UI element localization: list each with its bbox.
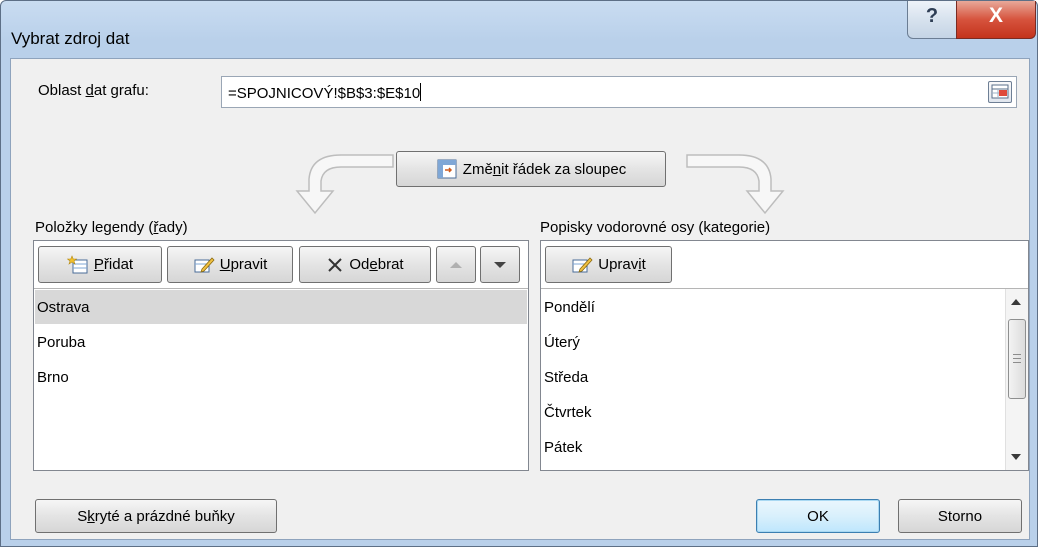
label-accesskey: e xyxy=(369,256,378,273)
vertical-scrollbar[interactable] xyxy=(1005,289,1028,470)
list-item[interactable]: Čtvrtek xyxy=(542,395,1004,429)
list-item-label: Pátek xyxy=(544,439,583,456)
label-accesskey: U xyxy=(219,256,231,273)
chart-range-label: Oblast dat grafu: xyxy=(38,82,149,99)
label-accesskey: P xyxy=(93,256,104,273)
label-text: Od xyxy=(349,256,370,273)
label-accesskey: g xyxy=(731,219,741,236)
list-item-label: Brno xyxy=(37,369,69,386)
move-up-icon xyxy=(450,261,462,268)
label-text: t xyxy=(641,256,646,273)
cancel-button[interactable]: Storno xyxy=(898,499,1022,533)
list-item-label: Pondělí xyxy=(544,299,595,316)
label-text: S xyxy=(77,507,88,525)
scroll-down-icon[interactable] xyxy=(1011,454,1021,460)
help-icon: ? xyxy=(925,5,939,27)
axis-labels-list: Pondělí Úterý Středa Čtvrtek Pátek xyxy=(541,288,1028,470)
legend-series-list: Ostrava Poruba Brno xyxy=(34,288,528,470)
list-item-label: Úterý xyxy=(544,334,580,351)
dialog-window: Vybrat zdroj dat ? X Oblast dat grafu: =… xyxy=(0,0,1038,547)
move-up-button[interactable] xyxy=(436,246,476,283)
grip-line xyxy=(1013,362,1021,363)
list-item[interactable]: Pondělí xyxy=(542,290,1004,324)
left-curved-arrow-icon xyxy=(295,154,394,215)
legend-series-panel: Přidat Upravit Odebrat Ostrava Poruba Br… xyxy=(33,240,529,471)
list-item[interactable]: Pátek xyxy=(542,430,1004,464)
axis-toolbar: Upravit xyxy=(541,241,1028,288)
edit-icon xyxy=(572,256,593,273)
list-item-label: Ostrava xyxy=(37,299,90,316)
list-item-label: Poruba xyxy=(37,334,86,351)
label-text: Popisky vodorovné osy (kate xyxy=(540,219,732,236)
switch-row-column-button[interactable]: Změnit řádek za sloupec xyxy=(396,151,666,187)
close-button[interactable]: X xyxy=(956,1,1036,39)
axis-section-label: Popisky vodorovné osy (kategorie) xyxy=(540,219,770,236)
dialog-body: Oblast dat grafu: =SPOJNICOVÝ!$B$3:$E$10 xyxy=(10,58,1030,540)
move-down-icon xyxy=(494,261,506,268)
close-icon: X xyxy=(988,4,1003,27)
label-text: řidat xyxy=(103,256,134,273)
edit-icon xyxy=(194,256,215,273)
dialog-title: Vybrat zdroj dat xyxy=(11,29,130,48)
label-accesskey: d xyxy=(85,82,94,99)
scrollbar-thumb[interactable] xyxy=(1008,319,1026,399)
range-value-wrap: =SPOJNICOVÝ!$B$3:$E$10 xyxy=(228,83,422,102)
button-label: Upravit xyxy=(220,256,268,273)
add-series-button[interactable]: Přidat xyxy=(38,246,162,283)
range-collapse-icon xyxy=(991,84,1009,99)
range-collapse-button[interactable] xyxy=(988,81,1012,103)
scroll-up-icon[interactable] xyxy=(1011,299,1021,305)
button-label: Storno xyxy=(937,507,983,525)
button-label: Upravit xyxy=(598,256,646,273)
label-text: it řádek za sloupec xyxy=(501,160,627,178)
button-label: Přidat xyxy=(94,256,133,273)
add-series-icon xyxy=(66,254,88,273)
help-button[interactable]: ? xyxy=(907,1,957,39)
grip-line xyxy=(1013,358,1021,359)
button-label: OK xyxy=(807,507,829,525)
list-item[interactable]: Poruba xyxy=(35,325,527,359)
list-item[interactable]: Ostrava xyxy=(35,290,527,324)
label-text: at grafu: xyxy=(93,82,149,99)
axis-labels-panel: Upravit Pondělí Úterý Středa Čtvrtek Pát… xyxy=(540,240,1029,471)
grip-line xyxy=(1013,354,1021,355)
title-bar: Vybrat zdroj dat ? X xyxy=(1,1,1037,59)
remove-series-button[interactable]: Odebrat xyxy=(299,246,431,283)
label-accesskey: n xyxy=(492,160,502,178)
list-item-label: Čtvrtek xyxy=(544,404,592,421)
ok-button[interactable]: OK xyxy=(756,499,880,533)
button-label: Skryté a prázdné buňky xyxy=(77,508,235,525)
list-item-label: Středa xyxy=(544,369,589,386)
label-text: orie) xyxy=(740,219,771,236)
text-caret xyxy=(420,83,422,101)
range-value: =SPOJNICOVÝ!$B$3:$E$10 xyxy=(228,85,421,102)
label-text: Uprav xyxy=(598,256,639,273)
label-text: ryté a prázdné buňky xyxy=(94,507,235,525)
button-label: Odebrat xyxy=(349,256,403,273)
move-down-button[interactable] xyxy=(480,246,520,283)
list-item[interactable]: Středa xyxy=(542,360,1004,394)
label-text: Položky legendy ( xyxy=(35,219,154,236)
edit-series-button[interactable]: Upravit xyxy=(167,246,293,283)
remove-x-icon xyxy=(328,257,343,272)
label-accesskey: k xyxy=(87,507,95,525)
list-item[interactable]: Úterý xyxy=(542,325,1004,359)
edit-axis-labels-button[interactable]: Upravit xyxy=(545,246,672,283)
button-label: Změnit řádek za sloupec xyxy=(463,161,626,178)
legend-section-label: Položky legendy (řady) xyxy=(35,219,188,236)
list-item[interactable]: Brno xyxy=(35,360,527,394)
label-text: Změ xyxy=(462,160,493,178)
label-text: brat xyxy=(377,256,404,273)
legend-toolbar: Přidat Upravit Odebrat xyxy=(34,241,528,288)
label-text: Oblast xyxy=(38,82,86,99)
label-text: pravit xyxy=(230,256,268,273)
chart-range-input[interactable]: =SPOJNICOVÝ!$B$3:$E$10 xyxy=(221,76,1017,108)
label-text: ady) xyxy=(158,219,188,236)
hidden-empty-cells-button[interactable]: Skryté a prázdné buňky xyxy=(35,499,277,533)
switch-row-column-icon xyxy=(437,159,457,179)
right-curved-arrow-icon xyxy=(686,154,785,215)
